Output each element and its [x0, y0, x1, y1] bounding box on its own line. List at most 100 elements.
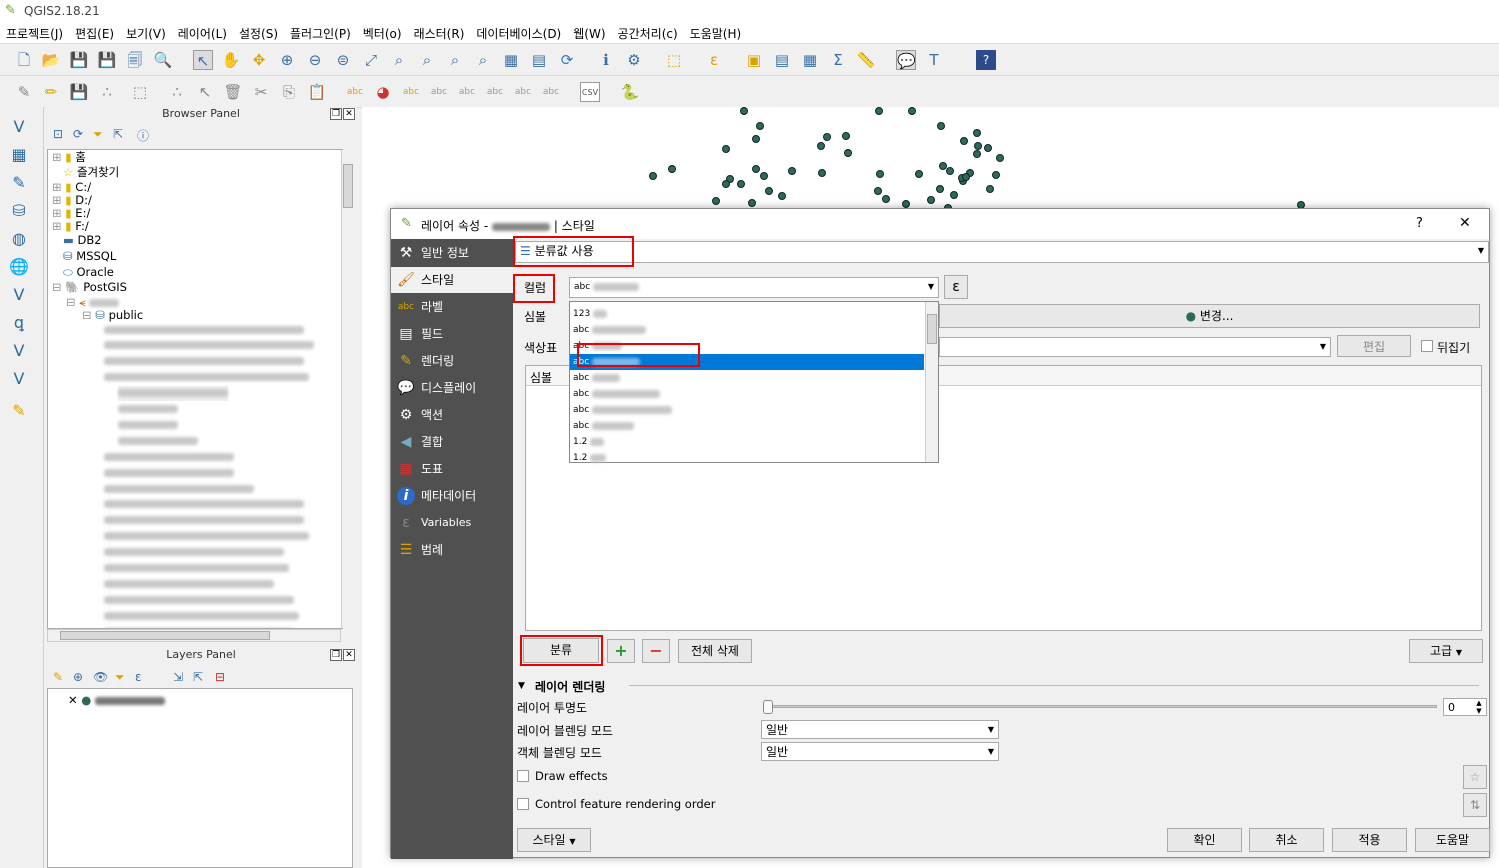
menu-plugins[interactable]: 플러그인(P): [284, 22, 357, 42]
list-item[interactable]: abc: [570, 322, 924, 338]
dialog-help-button[interactable]: 도움말: [1415, 828, 1490, 852]
style-menu-button[interactable]: 스타일 ▼: [517, 828, 591, 852]
menu-edit[interactable]: 편집(E): [69, 22, 120, 42]
label-icon[interactable]: abc: [345, 82, 365, 102]
delete-all-button[interactable]: 전체 삭제: [678, 639, 752, 663]
add-gpx-layer-icon[interactable]: V: [8, 341, 30, 363]
list-item[interactable]: abc: [570, 370, 924, 386]
remove-layer-icon[interactable]: ⊟: [215, 670, 225, 684]
menu-raster[interactable]: 래스터(R): [408, 22, 471, 42]
new-project-icon[interactable]: 🗋: [14, 50, 34, 70]
move-label-icon[interactable]: abc: [485, 82, 505, 102]
collapse-all-icon[interactable]: ⇱: [113, 127, 123, 141]
tab-legend[interactable]: ☰ 범례: [391, 537, 513, 563]
deselect-icon[interactable]: ▣: [744, 50, 764, 70]
pan-map-icon[interactable]: ↖: [193, 50, 213, 70]
refresh-icon[interactable]: ⟳: [557, 50, 577, 70]
tab-diagrams[interactable]: ▦ 도표: [391, 456, 513, 482]
bookmark-icon[interactable]: ▤: [529, 50, 549, 70]
tab-actions[interactable]: ⚙ 액션: [391, 402, 513, 428]
expand-all-icon[interactable]: ⇲: [173, 670, 183, 684]
add-vector-layer-icon[interactable]: V: [8, 117, 30, 139]
menu-view[interactable]: 보기(V): [120, 22, 172, 42]
menu-project[interactable]: 프로젝트(J): [0, 22, 69, 42]
table-item[interactable]: [104, 449, 234, 464]
close-button[interactable]: ✕: [1459, 215, 1471, 231]
pin-label-icon[interactable]: abc: [429, 82, 449, 102]
table-item[interactable]: [104, 322, 304, 337]
manage-map-themes-icon[interactable]: 👁: [93, 670, 108, 684]
csv-icon[interactable]: CSV: [580, 82, 600, 102]
effects-settings-icon[interactable]: ☆: [1463, 765, 1487, 789]
table-item[interactable]: [104, 576, 274, 591]
tree-item-postgis[interactable]: ⊟ 🐘 PostGIS: [52, 280, 127, 295]
browser-scrollbar[interactable]: [341, 150, 354, 628]
cut-features-icon[interactable]: ✂: [251, 82, 271, 102]
collapse-all-icon[interactable]: ⇱: [193, 670, 203, 684]
checkbox-checked-icon[interactable]: ✕: [68, 693, 78, 707]
color-ramp-select[interactable]: ▼: [939, 337, 1331, 357]
tree-item-f[interactable]: ⊞ ▮ F:/: [52, 219, 89, 234]
table-item[interactable]: [104, 529, 309, 544]
advanced-button[interactable]: 고급 ▼: [1409, 639, 1483, 663]
list-item[interactable]: abc: [570, 386, 924, 402]
list-item[interactable]: 123: [570, 306, 924, 322]
tree-item-db2[interactable]: ▬ DB2: [52, 233, 102, 248]
copy-features-icon[interactable]: ⎘: [279, 82, 299, 102]
change-symbol-button[interactable]: ● 변경...: [939, 304, 1480, 328]
pan-to-selection-icon[interactable]: ✥: [249, 50, 269, 70]
tree-item-favorites[interactable]: ☆ 즐겨찾기: [52, 165, 119, 180]
zoom-next-icon[interactable]: ⌕: [473, 50, 493, 70]
save-project-icon[interactable]: 💾: [69, 50, 89, 70]
tab-fields[interactable]: ▤ 필드: [391, 321, 513, 347]
composer-manager-icon[interactable]: 🔍: [153, 50, 173, 70]
menu-database[interactable]: 데이터베이스(D): [470, 22, 567, 42]
list-item[interactable]: abc: [570, 402, 924, 418]
table-item[interactable]: [118, 417, 178, 432]
float-panel-icon[interactable]: ❐: [330, 108, 342, 120]
table-item[interactable]: [118, 385, 228, 401]
save-edits-icon[interactable]: 💾: [69, 82, 89, 102]
invert-checkbox[interactable]: [1421, 340, 1433, 352]
rotate-label-icon[interactable]: abc: [513, 82, 533, 102]
apply-button[interactable]: 적용: [1332, 828, 1407, 852]
add-wms-layer-icon[interactable]: 🌐: [8, 257, 30, 279]
column-select[interactable]: abc ▼: [569, 277, 939, 298]
add-class-button[interactable]: +: [607, 639, 635, 663]
list-item[interactable]: 1.2: [570, 434, 924, 450]
feature-blend-select[interactable]: 일반 ▼: [761, 742, 999, 761]
edit-ramp-button[interactable]: 편집: [1337, 335, 1411, 357]
menu-vector[interactable]: 벡터(o): [357, 22, 408, 42]
add-group-icon[interactable]: ⊕: [73, 670, 83, 684]
select-node-icon[interactable]: ↖: [195, 82, 215, 102]
tree-item-public[interactable]: ⊟ ⛁ public: [82, 308, 143, 323]
select-features-icon[interactable]: ⬚: [664, 50, 684, 70]
opacity-spinbox[interactable]: 0 ▲ ▼: [1443, 698, 1487, 716]
style-layer-icon[interactable]: ✎: [53, 670, 63, 684]
layer-blend-select[interactable]: 일반 ▼: [761, 720, 999, 739]
menu-processing[interactable]: 공간처리(c): [612, 22, 684, 42]
refresh-browser-icon[interactable]: ⟳: [73, 127, 83, 141]
add-feature-icon[interactable]: ∴: [97, 82, 117, 102]
add-wfs-layer-icon[interactable]: V: [8, 285, 30, 307]
move-feature-icon[interactable]: ⬚: [130, 82, 150, 102]
delete-selected-icon[interactable]: 🗑: [223, 82, 243, 102]
pan-hand-icon[interactable]: ✋: [221, 50, 241, 70]
table-item[interactable]: [118, 402, 178, 417]
close-panel-icon[interactable]: ✕: [343, 108, 355, 120]
list-item[interactable]: 1.2: [570, 450, 924, 466]
attribute-table-icon[interactable]: ▤: [772, 50, 792, 70]
float-panel-icon[interactable]: ❐: [330, 649, 342, 661]
add-raster-layer-icon[interactable]: ▦: [8, 145, 30, 167]
add-virtual-layer-icon[interactable]: ꝗ: [8, 313, 30, 335]
select-by-value-icon[interactable]: ε: [704, 50, 724, 70]
add-delimited-text-icon[interactable]: ✎: [8, 173, 30, 195]
remove-class-button[interactable]: −: [642, 639, 670, 663]
dropdown-scrollbar[interactable]: [925, 302, 938, 462]
control-order-checkbox[interactable]: [517, 798, 529, 810]
list-item[interactable]: abc: [570, 418, 924, 434]
layer-item[interactable]: ✕ ●: [68, 693, 165, 708]
table-item[interactable]: [104, 370, 309, 385]
field-calculator-icon[interactable]: ▦: [800, 50, 820, 70]
tab-labels[interactable]: abc 라벨: [391, 294, 513, 320]
